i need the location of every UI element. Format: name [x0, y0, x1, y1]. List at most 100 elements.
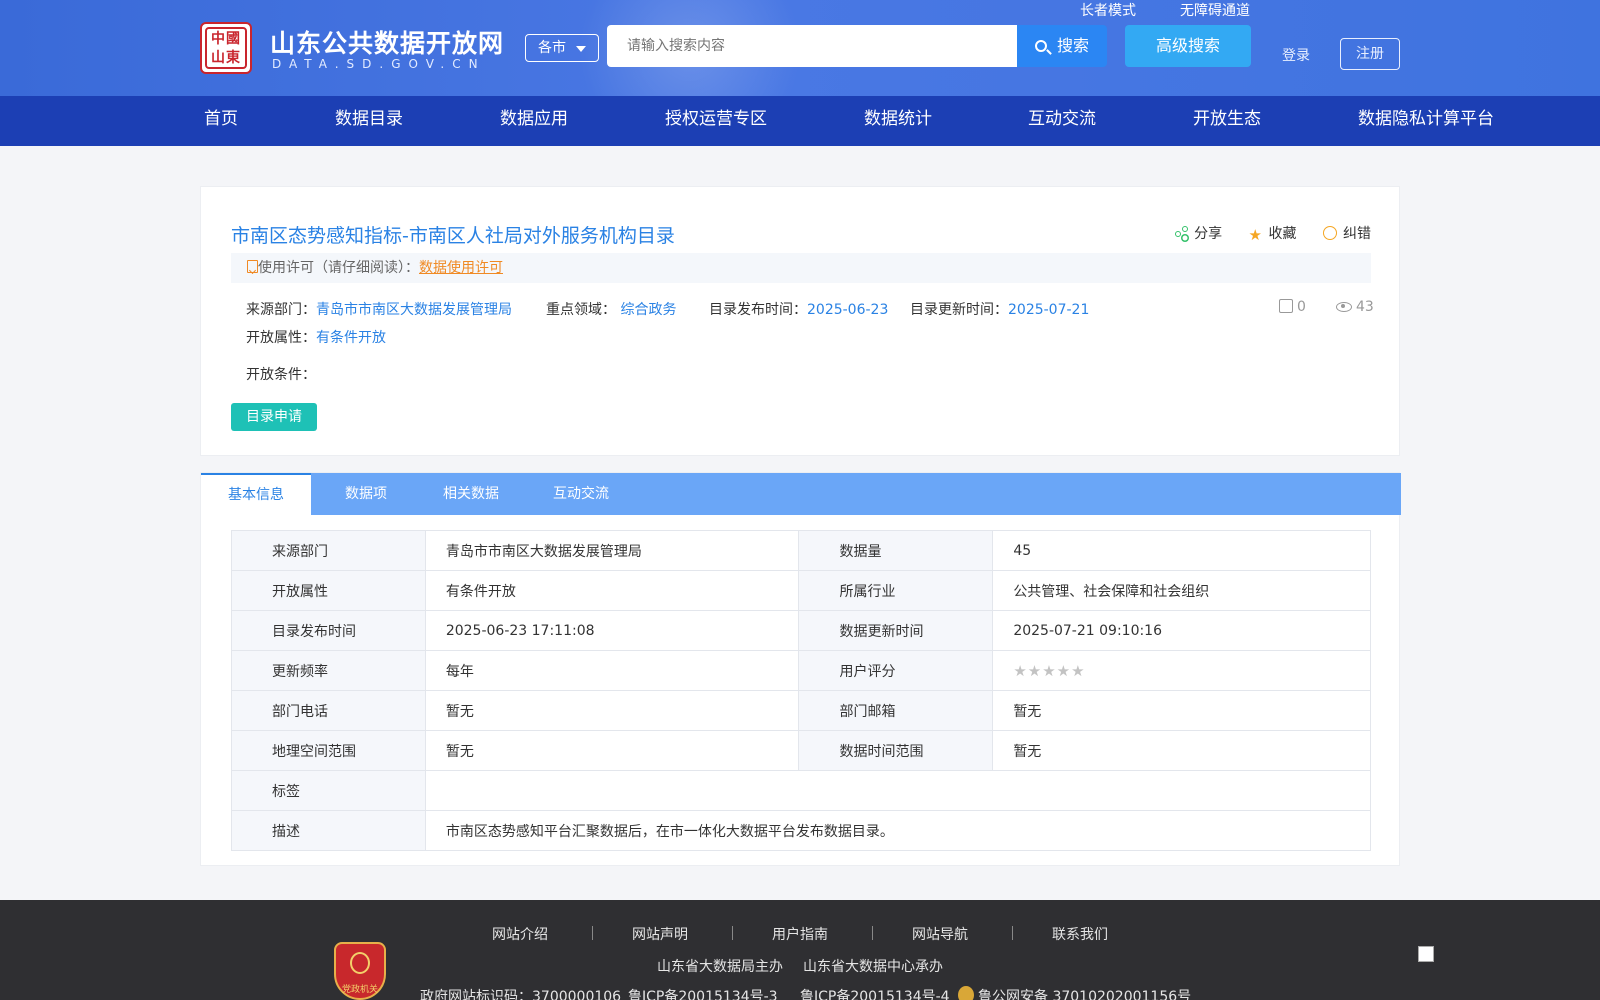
- footer-icp-1[interactable]: 鲁ICP备20015134号-3: [628, 986, 778, 1000]
- report-icon: [1323, 226, 1337, 240]
- license-link[interactable]: 数据使用许可: [419, 260, 503, 276]
- catalog-apply-button[interactable]: 目录申请: [231, 403, 317, 431]
- table-value: 暂无: [424, 690, 800, 731]
- dataset-summary-card: 市南区态势感知指标-市南区人社局对外服务机构目录 分享 ★ 收藏 纠错 使用许可（…: [200, 186, 1400, 456]
- table-value: 2025-06-23 17:11:08: [424, 610, 800, 651]
- footer-police-record[interactable]: 鲁公网安备 37010202001156号: [958, 986, 1191, 1000]
- star-icon: ★: [1248, 226, 1262, 244]
- footer-link-guide[interactable]: 用户指南: [772, 924, 828, 944]
- open-attribute-value: 有条件开放: [316, 330, 386, 346]
- footer-divider: [732, 926, 733, 940]
- update-time-label: 目录更新时间：: [910, 302, 1008, 318]
- table-row: 描述 市南区态势感知平台汇聚数据后，在市一体化大数据平台发布数据目录。: [231, 810, 1372, 851]
- main-nav: 首页 数据目录 数据应用 授权运营专区 数据统计 互动交流 开放生态 数据隐私计…: [0, 96, 1600, 146]
- accessibility-link[interactable]: 无障碍通道: [1180, 0, 1250, 20]
- table-key: 更新频率: [231, 650, 426, 691]
- download-icon: [1279, 299, 1293, 313]
- share-label: 分享: [1194, 226, 1223, 242]
- elder-mode-link[interactable]: 长者模式: [1080, 0, 1136, 20]
- police-badge-icon: [958, 986, 974, 1000]
- tab-interaction[interactable]: 互动交流: [526, 473, 636, 515]
- table-row: 来源部门 青岛市市南区大数据发展管理局 数据量 45: [231, 530, 1371, 571]
- register-button[interactable]: 注册: [1340, 38, 1400, 70]
- footer-organizer: 山东省大数据中心承办: [803, 959, 943, 975]
- broken-image-icon[interactable]: [1418, 946, 1434, 962]
- footer-link-about[interactable]: 网站介绍: [492, 924, 548, 944]
- nav-item-privacy-computing[interactable]: 数据隐私计算平台: [1358, 96, 1494, 146]
- table-value: 暂无: [992, 730, 1371, 771]
- rating-stars-icon[interactable]: ★★★★★: [1013, 662, 1085, 680]
- description-value: 市南区态势感知平台汇聚数据后，在市一体化大数据平台发布数据目录。: [424, 810, 1372, 851]
- table-key: 开放属性: [231, 570, 426, 611]
- table-key: 标签: [231, 770, 426, 811]
- rating-cell: ★★★★★: [992, 650, 1371, 691]
- party-badge-icon[interactable]: 党政机关: [334, 942, 386, 1000]
- search-button-label: 搜索: [1056, 36, 1089, 55]
- footer-link-statement[interactable]: 网站声明: [632, 924, 688, 944]
- footer-divider: [592, 926, 593, 940]
- footer-icp-2[interactable]: 鲁ICP备20015134号-4: [800, 986, 950, 1000]
- report-label: 纠错: [1343, 226, 1371, 242]
- nav-item-apps[interactable]: 数据应用: [500, 96, 568, 146]
- share-button[interactable]: 分享: [1174, 223, 1222, 243]
- open-attribute: 开放属性：有条件开放: [246, 327, 386, 347]
- source-dept-value[interactable]: 青岛市市南区大数据发展管理局: [316, 302, 512, 318]
- site-logo[interactable]: 中國山東: [200, 22, 252, 74]
- key-domain: 重点领域： 综合政务: [546, 299, 676, 319]
- footer-link-contact[interactable]: 联系我们: [1052, 924, 1108, 944]
- detail-tabs: 基本信息 数据项 相关数据 互动交流: [201, 473, 1401, 515]
- tab-basic-info[interactable]: 基本信息: [201, 473, 311, 515]
- table-row: 地理空间范围 暂无 数据时间范围 暂无: [231, 730, 1371, 771]
- table-row: 更新频率 每年 用户评分 ★★★★★: [231, 650, 1371, 691]
- report-error-button[interactable]: 纠错: [1323, 223, 1371, 243]
- footer-police-text: 鲁公网安备 37010202001156号: [978, 989, 1192, 1000]
- key-domain-value[interactable]: 综合政务: [620, 302, 676, 318]
- tab-data-items[interactable]: 数据项: [311, 473, 421, 515]
- eye-icon: [1336, 302, 1352, 312]
- nav-item-catalog[interactable]: 数据目录: [335, 96, 403, 146]
- download-count: 0: [1279, 299, 1306, 315]
- advanced-search-button[interactable]: 高级搜索: [1125, 25, 1251, 67]
- nav-item-home[interactable]: 首页: [204, 96, 238, 146]
- nav-item-statistics[interactable]: 数据统计: [864, 96, 932, 146]
- footer-link-sitemap[interactable]: 网站导航: [912, 924, 968, 944]
- dataset-title: 市南区态势感知指标-市南区人社局对外服务机构目录: [231, 225, 675, 247]
- table-key: 描述: [231, 810, 426, 851]
- license-label: 使用许可（请仔细阅读）：: [258, 260, 419, 276]
- table-key: 数据量: [798, 530, 994, 571]
- table-key: 数据时间范围: [798, 730, 994, 771]
- search-icon: [1034, 40, 1047, 52]
- footer-divider: [1012, 926, 1013, 940]
- footer-host: 山东省大数据局主办: [657, 959, 783, 975]
- login-link[interactable]: 登录: [1282, 45, 1310, 65]
- table-row: 目录发布时间 2025-06-23 17:11:08 数据更新时间 2025-0…: [231, 610, 1371, 651]
- source-dept: 来源部门：青岛市市南区大数据发展管理局: [246, 299, 512, 319]
- publish-time-value: 2025-06-23: [807, 302, 889, 318]
- table-value: 公共管理、社会保障和社会组织: [992, 570, 1371, 611]
- search-input[interactable]: [607, 25, 1017, 67]
- publish-time: 目录发布时间：2025-06-23: [709, 299, 888, 319]
- table-key: 来源部门: [231, 530, 426, 571]
- logo-seal-icon: 中國山東: [205, 27, 247, 69]
- table-key: 目录发布时间: [231, 610, 426, 651]
- detail-panel: 基本信息 数据项 相关数据 互动交流 来源部门 青岛市市南区大数据发展管理局 数…: [200, 472, 1401, 866]
- chevron-down-icon: [576, 46, 586, 52]
- site-title[interactable]: 山东公共数据开放网: [270, 24, 504, 60]
- city-select[interactable]: 各市: [525, 34, 599, 62]
- tags-value: [424, 770, 1372, 811]
- site-domain: DATA.SD.GOV.CN: [272, 57, 486, 71]
- table-key: 部门电话: [231, 690, 426, 731]
- nav-item-interaction[interactable]: 互动交流: [1028, 96, 1096, 146]
- table-value: 暂无: [992, 690, 1371, 731]
- header-banner: 中國山東 山东公共数据开放网 DATA.SD.GOV.CN 各市 搜索 高级搜索…: [0, 0, 1600, 96]
- nav-item-ecology[interactable]: 开放生态: [1193, 96, 1261, 146]
- tab-related-data[interactable]: 相关数据: [421, 473, 521, 515]
- table-value: 青岛市市南区大数据发展管理局: [424, 530, 800, 571]
- source-dept-label: 来源部门：: [246, 302, 316, 318]
- search-button[interactable]: 搜索: [1017, 25, 1107, 67]
- open-condition: 开放条件：: [246, 364, 316, 384]
- basic-info-table: 来源部门 青岛市市南区大数据发展管理局 数据量 45 开放属性 有条件开放 所属…: [231, 530, 1372, 851]
- view-count: 43: [1336, 299, 1374, 315]
- favorite-button[interactable]: ★ 收藏: [1249, 223, 1297, 243]
- nav-item-authorized[interactable]: 授权运营专区: [665, 96, 767, 146]
